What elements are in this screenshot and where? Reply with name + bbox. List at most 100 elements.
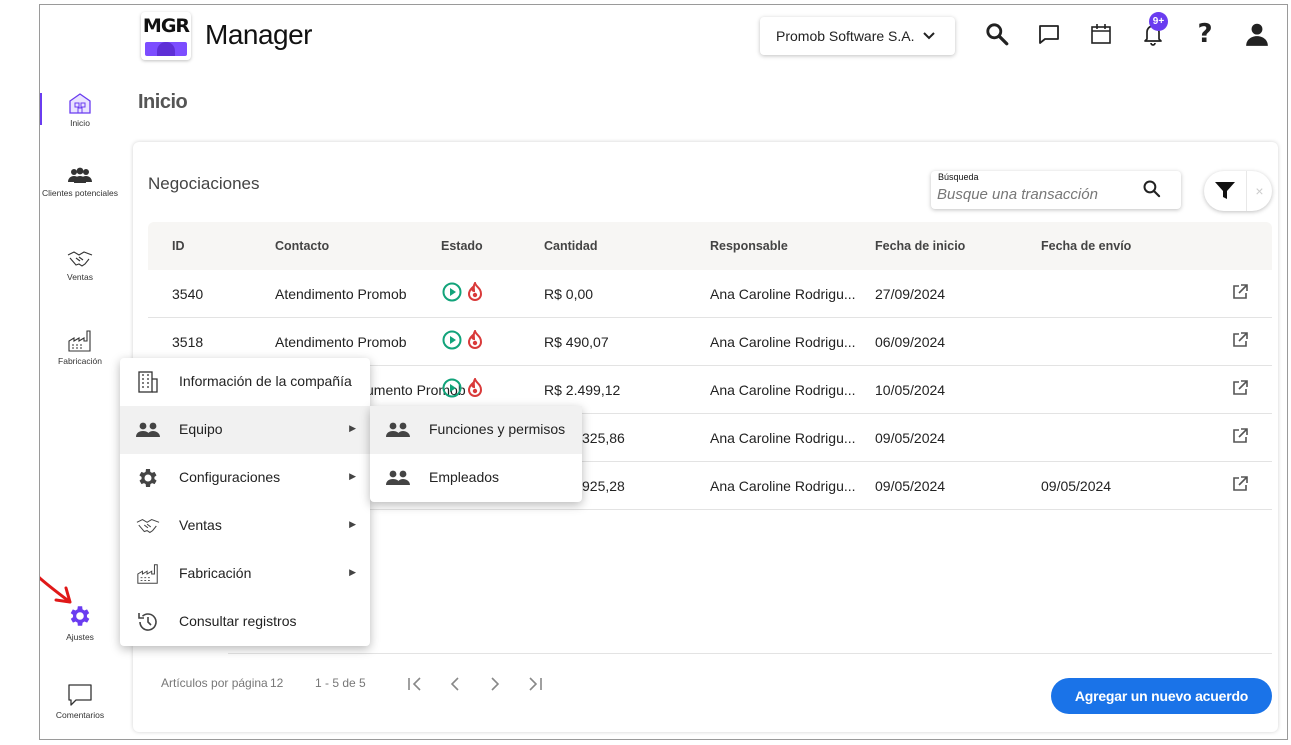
deal-start-date: 27/09/2024 <box>875 286 946 302</box>
building-icon <box>136 370 160 394</box>
menu-item-logs[interactable]: Consultar registros <box>120 598 370 646</box>
menu-item-team[interactable]: Equipo ▶ <box>120 406 370 454</box>
menu-item-employees[interactable]: Empleados <box>370 454 582 502</box>
menu-item-manufacturing[interactable]: Fabricación ▶ <box>120 550 370 598</box>
people-icon <box>40 167 120 185</box>
deal-id: 3540 <box>172 286 204 302</box>
app-window: MGR Manager Promob Software S.A. 9+ ? In… <box>39 4 1288 740</box>
prev-page-icon[interactable] <box>444 673 466 695</box>
column-header[interactable]: ID <box>172 239 185 253</box>
deal-owner: Ana Caroline Rodrigu... <box>710 382 856 398</box>
deal-status <box>442 282 484 302</box>
open-external-icon[interactable] <box>1232 428 1248 447</box>
open-external-icon[interactable] <box>1232 332 1248 351</box>
user-icon[interactable] <box>1242 19 1272 49</box>
factory-icon <box>136 562 160 586</box>
sidebar-item-ventas[interactable]: Ventas <box>40 249 120 282</box>
menu-item-company-info[interactable]: Información de la compañía <box>120 358 370 406</box>
sidebar-item-clientes[interactable]: Clientes potenciales <box>40 167 120 198</box>
handshake-icon <box>40 249 120 269</box>
menu-item-configurations[interactable]: Configuraciones ▶ <box>120 454 370 502</box>
help-icon[interactable]: ? <box>1190 19 1220 49</box>
deal-amount: R$ 0,00 <box>544 286 594 302</box>
app-name: Manager <box>205 19 313 50</box>
fire-icon <box>467 378 483 397</box>
open-external-icon[interactable] <box>1232 284 1248 303</box>
gear-icon <box>136 466 160 490</box>
table-row[interactable]: 3540 Atendimento Promob R$ 0,00 Ana Caro… <box>148 270 1272 318</box>
deal-owner: Ana Caroline Rodrigu... <box>710 286 856 302</box>
menu-item-roles-permissions[interactable]: Funciones y permisos <box>370 406 582 454</box>
deals-title: Negociaciones <box>148 174 260 193</box>
deal-start-date: 10/05/2024 <box>875 382 946 398</box>
settings-menu: Información de la compañía Equipo ▶ Conf… <box>120 358 370 646</box>
red-arrow-annotation <box>40 576 72 604</box>
deal-contact: Atendimento Promob <box>275 334 407 350</box>
filter-group: × <box>1204 171 1272 211</box>
comment-icon <box>40 683 120 707</box>
clear-filter-icon[interactable]: × <box>1246 171 1272 211</box>
add-deal-button[interactable]: Agregar un nuevo acuerdo <box>1051 678 1272 714</box>
sidebar-item-comentarios[interactable]: Comentarios <box>40 683 120 720</box>
sidebar-item-fabricacion[interactable]: Fabricación <box>40 329 120 366</box>
deal-amount: 925,28 <box>582 478 625 494</box>
open-external-icon[interactable] <box>1232 380 1248 399</box>
chevron-right-icon: ▶ <box>349 567 356 577</box>
first-page-icon[interactable] <box>404 673 426 695</box>
deal-amount: 325,86 <box>582 430 625 446</box>
deal-owner: Ana Caroline Rodrigu... <box>710 478 856 494</box>
filter-icon[interactable] <box>1204 171 1246 211</box>
chevron-right-icon: ▶ <box>349 423 356 433</box>
column-header[interactable]: Contacto <box>275 239 329 253</box>
sidebar-item-label: Inicio <box>70 118 90 128</box>
page-title: Inicio <box>138 91 188 113</box>
per-page-value[interactable]: 12 <box>270 676 283 690</box>
deal-amount: R$ 2.499,12 <box>544 382 621 398</box>
fire-icon <box>467 330 483 349</box>
menu-item-sales[interactable]: Ventas ▶ <box>120 502 370 550</box>
deal-contact: Atendimento Promob <box>275 286 407 302</box>
column-header[interactable]: Fecha de inicio <box>875 239 965 253</box>
column-header[interactable]: Fecha de envío <box>1041 239 1131 253</box>
team-icon <box>136 418 160 442</box>
chevron-right-icon: ▶ <box>349 471 356 481</box>
logo-text: MGR <box>142 15 190 37</box>
search-label: Búsqueda <box>938 172 979 182</box>
app-logo[interactable]: MGR <box>141 12 191 60</box>
search-icon[interactable] <box>982 19 1012 49</box>
sidebar-item-label: Fabricación <box>58 356 102 366</box>
sidebar-item-inicio[interactable]: Inicio <box>40 91 120 128</box>
search-box[interactable]: Búsqueda <box>931 171 1181 209</box>
fire-icon <box>467 282 483 301</box>
history-icon <box>136 610 160 634</box>
chevron-right-icon: ▶ <box>349 519 356 529</box>
deal-id: 3518 <box>172 334 204 350</box>
deal-amount: R$ 490,07 <box>544 334 609 350</box>
company-name: Promob Software S.A. <box>776 28 915 44</box>
calendar-icon[interactable] <box>1086 19 1116 49</box>
home-icon <box>40 91 120 115</box>
deal-status <box>442 378 484 398</box>
deal-owner: Ana Caroline Rodrigu... <box>710 334 856 350</box>
play-icon <box>442 378 462 398</box>
deal-status <box>442 330 484 350</box>
open-external-icon[interactable] <box>1232 476 1248 495</box>
chat-icon[interactable] <box>1034 19 1064 49</box>
column-header[interactable]: Cantidad <box>544 239 597 253</box>
next-page-icon[interactable] <box>484 673 506 695</box>
deal-start-date: 09/05/2024 <box>875 430 946 446</box>
company-select[interactable]: Promob Software S.A. <box>760 17 955 55</box>
deal-owner: Ana Caroline Rodrigu... <box>710 430 856 446</box>
chevron-down-icon <box>922 29 935 43</box>
sidebar-item-label: Ventas <box>67 272 93 282</box>
deal-start-date: 06/09/2024 <box>875 334 946 350</box>
column-header[interactable]: Estado <box>441 239 483 253</box>
search-input[interactable] <box>937 184 1132 204</box>
search-icon[interactable] <box>1142 179 1162 204</box>
factory-icon <box>40 329 120 353</box>
column-header[interactable]: Responsable <box>710 239 788 253</box>
team-icon <box>386 466 410 490</box>
per-page-label: Artículos por página <box>161 676 268 690</box>
play-icon <box>442 330 462 350</box>
last-page-icon[interactable] <box>524 673 546 695</box>
